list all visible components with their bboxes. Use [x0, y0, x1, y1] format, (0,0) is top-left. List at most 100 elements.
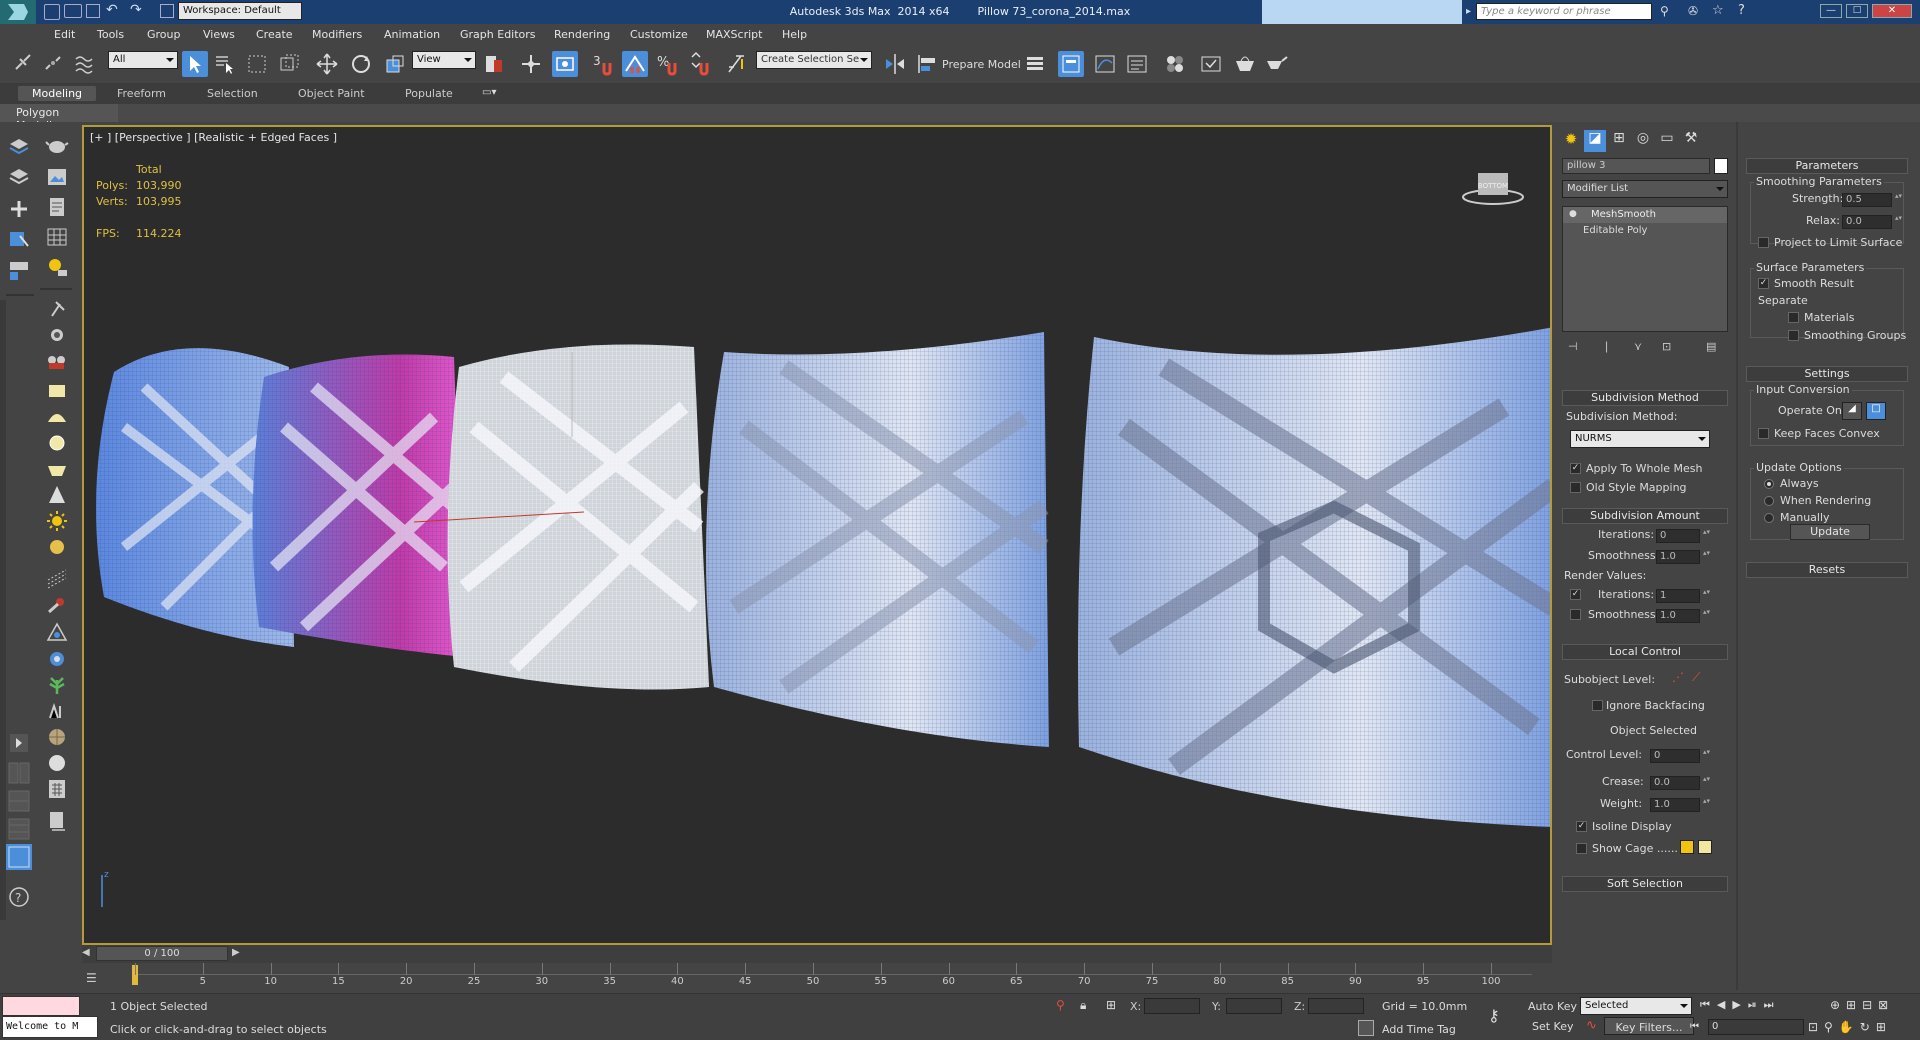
- remove-modifier-icon[interactable]: ⊡: [1662, 340, 1671, 353]
- scene-pillows[interactable]: [84, 127, 1552, 945]
- hierarchy-tab-icon[interactable]: ⊞: [1608, 130, 1630, 152]
- maximize-button[interactable]: □: [1846, 4, 1868, 18]
- modifier-stack[interactable]: MeshSmooth ● Editable Poly: [1562, 206, 1728, 332]
- close-button[interactable]: ✕: [1872, 4, 1912, 18]
- pillow-3-selected[interactable]: [413, 344, 709, 690]
- render-setup-icon[interactable]: [1198, 51, 1224, 77]
- reference-coordinate-dropdown[interactable]: View: [412, 51, 476, 69]
- key-filters-button[interactable]: Key Filters...: [1604, 1017, 1694, 1035]
- link-icon[interactable]: [10, 51, 36, 77]
- edit-named-selection-icon[interactable]: [724, 51, 750, 77]
- image-icon[interactable]: [44, 164, 70, 190]
- rollout-local-control[interactable]: Local Control: [1562, 644, 1728, 660]
- mirror-icon[interactable]: [882, 51, 908, 77]
- relax-spinner[interactable]: 0.0: [1842, 215, 1903, 229]
- rendered-frame-window-icon[interactable]: [1232, 51, 1258, 77]
- modify-tab-icon[interactable]: ◪: [1584, 130, 1606, 152]
- sphere-white-icon[interactable]: [44, 750, 70, 776]
- percent-snap-icon[interactable]: %: [654, 51, 680, 77]
- menu-maxscript[interactable]: MAXScript: [706, 28, 762, 41]
- calculator-icon[interactable]: [44, 776, 70, 802]
- key-mode-dropdown[interactable]: Selected: [1580, 997, 1692, 1015]
- menu-modifiers[interactable]: Modifiers: [312, 28, 362, 41]
- playback-controls[interactable]: ⏮◀▶⏯⏭: [1700, 998, 1781, 1012]
- rollout-resets[interactable]: Resets: [1746, 562, 1908, 578]
- render-production-icon[interactable]: [1264, 51, 1290, 77]
- named-selection-dropdown[interactable]: Create Selection Se: [756, 51, 872, 69]
- menu-customize[interactable]: Customize: [630, 28, 688, 41]
- create-plus-icon[interactable]: [6, 196, 32, 222]
- help-icon[interactable]: ?: [1738, 3, 1745, 18]
- scale-icon[interactable]: [382, 51, 408, 77]
- keyboard-shortcut-override-icon[interactable]: [552, 51, 578, 77]
- tab-object-paint[interactable]: Object Paint: [298, 87, 365, 100]
- x-coordinate-field[interactable]: [1144, 998, 1200, 1014]
- teapot-icon[interactable]: [44, 132, 70, 158]
- menu-edit[interactable]: Edit: [54, 28, 75, 41]
- rollout-subdivision-amount[interactable]: Subdivision Amount: [1562, 508, 1728, 524]
- schematic-view-icon[interactable]: [1124, 51, 1150, 77]
- search-input[interactable]: Type a keyword or phrase: [1476, 3, 1652, 20]
- utilities-tab-icon[interactable]: ⚒: [1680, 130, 1702, 152]
- select-manipulate-icon[interactable]: [518, 51, 544, 77]
- bind-space-warp-icon[interactable]: [72, 51, 98, 77]
- ribbon-options-icon[interactable]: ▭▾: [482, 87, 502, 100]
- materials-checkbox[interactable]: [1788, 312, 1799, 323]
- viewport-layout-active-icon[interactable]: [6, 844, 32, 870]
- y-coordinate-field[interactable]: [1226, 998, 1282, 1014]
- selection-lock-icon[interactable]: 🔒︎: [1080, 998, 1086, 1013]
- rectangular-selection-icon[interactable]: [244, 51, 270, 77]
- make-unique-icon[interactable]: ⋎: [1634, 340, 1642, 353]
- smoothness-spinner[interactable]: 1.0: [1656, 550, 1711, 564]
- menu-animation[interactable]: Animation: [384, 28, 440, 41]
- time-tag-icon[interactable]: [1358, 1020, 1374, 1036]
- sun-icon[interactable]: [44, 508, 70, 534]
- crease-spinner[interactable]: 0.0: [1650, 776, 1711, 790]
- render-smoothness-checkbox[interactable]: [1570, 609, 1581, 620]
- configure-modifier-sets-icon[interactable]: ▤: [1706, 340, 1716, 353]
- modify-icon[interactable]: [6, 226, 32, 252]
- helper-icon[interactable]: [44, 620, 70, 646]
- control-level-spinner[interactable]: 0: [1650, 749, 1711, 763]
- track-bar[interactable]: ☰ 5 10 15 20 25 30 35 40 45 50 55 60 65 70 75 80 85 90 95 1…: [82, 963, 1552, 993]
- update-button[interactable]: Update: [1790, 524, 1870, 540]
- material-editor-icon[interactable]: [1162, 51, 1188, 77]
- mini-curve-editor-icon[interactable]: ☰: [86, 971, 106, 985]
- operate-on-faces-button[interactable]: ◢: [1842, 402, 1862, 420]
- rollout-soft-selection[interactable]: Soft Selection: [1562, 876, 1728, 892]
- update-manually-radio[interactable]: [1764, 513, 1774, 523]
- lathe-icon[interactable]: [44, 456, 70, 482]
- cage-color-swatch-2[interactable]: [1698, 840, 1712, 854]
- rollout-parameters[interactable]: Parameters: [1746, 158, 1908, 174]
- project-limit-checkbox[interactable]: [1758, 237, 1769, 248]
- current-frame-field[interactable]: 0: [1708, 1019, 1804, 1035]
- time-prev-arrow-icon[interactable]: ◀: [82, 947, 90, 958]
- light-bulb-icon[interactable]: [44, 254, 70, 280]
- set-key-button[interactable]: Set Key: [1532, 1020, 1574, 1033]
- pillow-5[interactable]: [1078, 327, 1552, 827]
- time-configuration-icon[interactable]: ⏮: [1690, 1021, 1699, 1032]
- menu-views[interactable]: Views: [203, 28, 235, 41]
- scene-explorer-icon[interactable]: [1022, 51, 1048, 77]
- select-by-name-icon[interactable]: [212, 51, 238, 77]
- minimize-button[interactable]: —: [1820, 4, 1842, 18]
- shell-icon[interactable]: [44, 724, 70, 750]
- expand-arrow-left-icon[interactable]: [6, 730, 32, 756]
- unlink-icon[interactable]: [40, 51, 66, 77]
- bone-icon[interactable]: [44, 592, 70, 618]
- layer-manager-icon[interactable]: [1058, 51, 1084, 77]
- update-when-rendering-radio[interactable]: [1764, 496, 1774, 506]
- particles-icon[interactable]: [44, 566, 70, 592]
- show-end-result-icon[interactable]: ❘: [1602, 340, 1611, 353]
- vertex-level-icon[interactable]: ⋰: [1672, 670, 1684, 684]
- viewport-nav-bottom[interactable]: ⊡⚲✋↻⊞: [1808, 1020, 1892, 1034]
- add-time-tag-button[interactable]: Add Time Tag: [1382, 1023, 1456, 1036]
- isoline-display-checkbox[interactable]: ✓: [1576, 821, 1587, 832]
- display-tab-icon[interactable]: ▭: [1656, 130, 1678, 152]
- ignore-backfacing-checkbox[interactable]: [1592, 700, 1603, 711]
- align-icon[interactable]: [914, 51, 940, 77]
- tab-populate[interactable]: Populate: [405, 87, 453, 100]
- pillow-4[interactable]: [706, 332, 1049, 747]
- object-name-field[interactable]: pillow 3: [1562, 158, 1710, 174]
- pillow-2[interactable]: [252, 354, 464, 658]
